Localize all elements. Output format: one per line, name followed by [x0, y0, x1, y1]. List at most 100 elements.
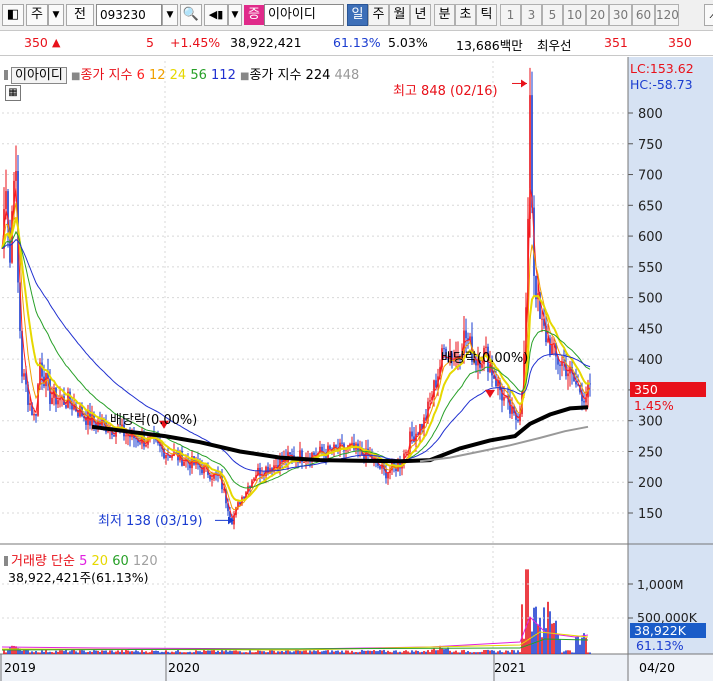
chart-area[interactable]: 800 750 700 650 600 550 500 450 400 350 300 250 200 1…	[0, 57, 713, 681]
table-toggle-icon[interactable]: ▦	[5, 85, 21, 101]
period-button-5[interactable]: 초	[455, 4, 476, 26]
stock-code-input[interactable]: 093230	[96, 4, 162, 26]
volume-bar	[267, 652, 269, 654]
legend-stock-name[interactable]: 이아이디	[11, 67, 67, 84]
volume-bar	[355, 652, 357, 654]
volume-bar	[347, 650, 349, 654]
lc-value: LC:153.62	[630, 61, 694, 76]
interval-button-10[interactable]: 10	[563, 4, 586, 26]
search-icon[interactable]: 🔍	[180, 4, 202, 26]
price-change: 5	[146, 35, 154, 50]
volume-bar	[103, 650, 105, 654]
volume-bar	[155, 650, 157, 654]
volume-bar	[565, 650, 567, 654]
market-selector[interactable]: 주	[26, 4, 48, 26]
period-button-0[interactable]: 일	[347, 4, 368, 26]
volume-bar	[207, 650, 209, 654]
volume-bar	[407, 651, 409, 654]
volume-bar	[231, 651, 233, 654]
price-chart[interactable]: 800 750 700 650 600 550 500 450 400 350 300 250 200 1…	[0, 57, 713, 681]
volume-bar	[111, 650, 113, 654]
volume-bar	[227, 651, 229, 654]
volume-bar	[255, 652, 257, 654]
period-button-6[interactable]: 틱	[476, 4, 497, 26]
volume-bar	[485, 649, 487, 654]
quote-bar: 350 ▲ 5 +1.45% 38,922,421 61.13% 5.03% 1…	[0, 31, 713, 56]
volume-bar	[341, 650, 343, 654]
volume-bar	[173, 652, 175, 654]
interval-button-60[interactable]: 60	[632, 4, 655, 26]
volume-bar	[217, 650, 219, 654]
volume-bar	[309, 650, 311, 654]
volume-bar	[125, 650, 127, 654]
volume-bar	[555, 620, 557, 654]
volume-bar	[209, 650, 211, 654]
volume-bar	[451, 652, 453, 654]
interval-button-1[interactable]: 1	[500, 4, 521, 26]
volume-bar	[243, 652, 245, 654]
volume-bar	[279, 651, 281, 654]
volume-bar	[527, 569, 529, 654]
volume-bar	[67, 652, 69, 654]
chevron-down-icon[interactable]: ▼	[48, 4, 64, 26]
volume-bar	[547, 601, 549, 654]
volume-bar	[5, 652, 7, 654]
candle-body	[35, 413, 37, 416]
volume-bar	[493, 650, 495, 654]
volume-bar	[357, 652, 359, 654]
price-tick-800: 800	[638, 107, 663, 122]
volume-bar	[325, 650, 327, 654]
price-tick-150: 150	[638, 507, 663, 522]
price-tick-300: 300	[638, 415, 663, 430]
volume-bar	[223, 651, 225, 654]
volume-bar	[351, 650, 353, 654]
candle-body	[503, 397, 505, 401]
history-icon[interactable]: ◀▮	[204, 4, 228, 26]
volume-bar	[435, 650, 437, 654]
volume-bar	[191, 652, 193, 654]
candle-body	[125, 435, 127, 437]
period-button-4[interactable]: 분	[434, 4, 455, 26]
volume-bar	[293, 651, 295, 654]
interval-button-20[interactable]: 20	[586, 4, 609, 26]
history-dropdown-icon[interactable]: ▼	[228, 4, 242, 26]
volume-bar	[299, 650, 301, 654]
amount-value: 13,686백만	[456, 38, 523, 53]
stock-name-field[interactable]: 이아이디	[264, 4, 344, 26]
volume-bar	[245, 652, 247, 654]
volume-bar	[215, 651, 217, 654]
code-dropdown-icon[interactable]: ▼	[162, 4, 178, 26]
volume-bar	[261, 651, 263, 654]
volume-bar	[495, 652, 497, 654]
stock-code-value: 093230	[100, 8, 146, 22]
volume-bar	[389, 651, 391, 654]
price-legend: 이아이디 ■종가 지수 6 12 24 56 112 ■종가 지수 224 44…	[4, 64, 359, 84]
interval-button-5[interactable]: 5	[542, 4, 563, 26]
period-button-1[interactable]: 주	[368, 4, 389, 26]
period-button-3[interactable]: 년	[410, 4, 431, 26]
period-button-2[interactable]: 월	[389, 4, 410, 26]
volume-bar	[385, 652, 387, 654]
interval-button-3[interactable]: 3	[521, 4, 542, 26]
candle-body	[379, 465, 381, 469]
volume-bar	[561, 652, 563, 654]
volume-bar	[101, 650, 103, 654]
volume-bar	[413, 651, 415, 654]
volume-bar	[199, 651, 201, 654]
interval-button-30[interactable]: 30	[609, 4, 632, 26]
volume-summary: 38,922,421주(61.13%)	[8, 570, 149, 585]
volume-bar	[321, 651, 323, 654]
volume-bar	[383, 649, 385, 654]
volume-bar	[335, 650, 337, 654]
volume-bar	[391, 652, 393, 654]
chart-settings-icon[interactable]: ◧	[2, 4, 24, 26]
volume-bar	[79, 650, 81, 654]
volume-bar	[129, 651, 131, 654]
volume-bar	[171, 651, 173, 654]
interval-button-120[interactable]: 120	[655, 4, 679, 26]
prev-button[interactable]: 전	[66, 4, 94, 26]
volume-bar	[91, 651, 93, 654]
volume-bar	[411, 650, 413, 654]
more-icon[interactable]: ⟋	[704, 4, 713, 26]
volume-bar	[517, 650, 519, 654]
